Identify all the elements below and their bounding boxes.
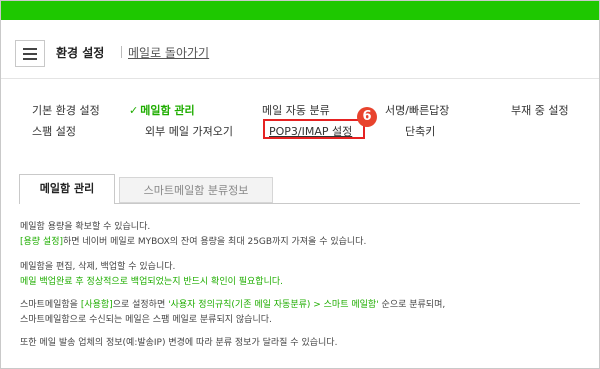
- nav-basic-settings[interactable]: 기본 환경 설정: [32, 102, 100, 118]
- page-title: 환경 설정: [56, 46, 105, 60]
- content-text: 스마트메일함을 [사용함]으로 설정하면 '사용자 정의규칙(기존 메일 자동분…: [20, 298, 445, 313]
- content-text: 스마트메일함으로 수신되는 메일은 스팸 메일로 분류되지 않습니다.: [20, 315, 272, 325]
- rule-order-label: '사용자 정의규칙(기존 메일 자동분류) > 스마트 메일함': [168, 300, 379, 310]
- nav-pop3-imap-settings[interactable]: POP3/IMAP 설정: [263, 119, 365, 139]
- title-divider: [121, 46, 122, 58]
- capacity-settings-link[interactable]: [용량 설정]: [20, 237, 63, 247]
- brand-top-bar: [1, 1, 599, 20]
- nav-import-external-mail[interactable]: 외부 메일 가져오기: [145, 123, 233, 139]
- content-text: 메일함 용량을 확보할 수 있습니다.: [20, 222, 151, 232]
- content-text-part: 하면 네이버 메일로 MYBOX의 잔여 용량을 최대 25GB까지 가져올 수…: [63, 237, 367, 247]
- menu-icon: [23, 48, 37, 50]
- header-divider: [1, 78, 599, 79]
- content-text: 메일함을 편집, 삭제, 백업할 수 있습니다.: [20, 262, 176, 272]
- content-text-part: 으로 설정하면: [112, 300, 169, 310]
- nav-mailbox-management[interactable]: ✓ 메일함 관리: [129, 102, 195, 118]
- tab-mailbox-management[interactable]: 메일함 관리: [19, 174, 115, 204]
- content-text: 또한 메일 발송 업체의 정보(예:발송IP) 변경에 따라 분류 정보가 달라…: [20, 338, 338, 348]
- menu-icon-bar: [23, 53, 37, 55]
- backup-notice: 메일 백업완료 후 정상적으로 백업되었는지 반드시 확인이 필요합니다.: [20, 277, 284, 287]
- step-badge: 6: [357, 107, 377, 127]
- back-to-mail-link[interactable]: 메일로 돌아가기: [128, 44, 209, 61]
- menu-icon-bar: [23, 58, 37, 60]
- nav-mail-auto-sort[interactable]: 메일 자동 분류: [262, 102, 330, 118]
- content-text-part: 순으로 분류되며,: [378, 300, 446, 310]
- nav-shortcuts[interactable]: 단축키: [405, 123, 435, 139]
- use-option-label: [사용함]: [80, 300, 113, 310]
- nav-away-settings[interactable]: 부재 중 설정: [511, 102, 569, 118]
- content-text: [용량 설정]하면 네이버 메일로 MYBOX의 잔여 용량을 최대 25GB까…: [20, 235, 366, 250]
- content-text-part: 스마트메일함을: [20, 300, 81, 310]
- check-icon: ✓: [129, 104, 139, 117]
- nav-signature-quick-reply[interactable]: 서명/빠른답장: [385, 102, 449, 118]
- nav-mailbox-management-label: 메일함 관리: [140, 104, 195, 117]
- tab-smart-mailbox-info[interactable]: 스마트메일함 분류정보: [119, 177, 273, 203]
- hamburger-menu-button[interactable]: [15, 40, 45, 67]
- nav-spam-settings[interactable]: 스팸 설정: [32, 123, 76, 139]
